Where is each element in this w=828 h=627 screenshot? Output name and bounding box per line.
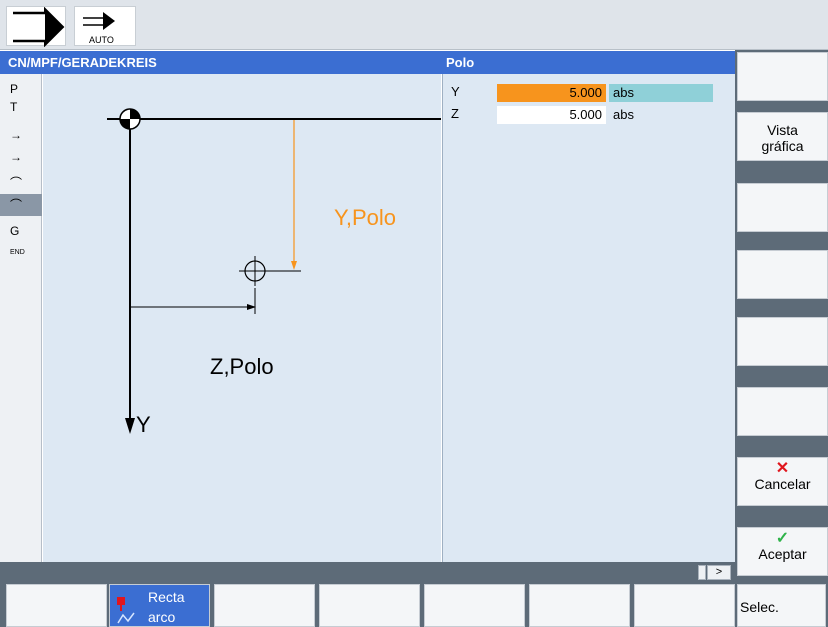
horizontal-softkey-bar: Recta arco Selec. xyxy=(0,582,828,627)
param-y-label: Y xyxy=(451,84,460,99)
hsk-1[interactable] xyxy=(6,584,107,627)
section-title: Polo xyxy=(446,55,475,70)
strip-item-arc-1[interactable]: ⌒ xyxy=(0,172,42,194)
header-bar: CN/MPF/GERADEKREIS Polo xyxy=(0,51,735,74)
hsk-recta-line1: Recta xyxy=(148,589,185,605)
y-axis-arrow xyxy=(125,418,135,434)
vsk-1[interactable] xyxy=(737,52,828,101)
strip-item-g[interactable]: G xyxy=(0,220,42,242)
vertical-softkey-bar: Vista gráfica ✕ Cancelar ✓ Aceptar xyxy=(735,50,828,582)
parameter-panel: Y 5.000 abs Z 5.000 abs xyxy=(442,74,735,562)
hsk-6[interactable] xyxy=(529,584,630,627)
block-type-strip: P T → → ⌒ ⌒ G END xyxy=(0,74,42,562)
param-z-input[interactable]: 5.000 xyxy=(497,106,606,124)
top-bar: AUTO xyxy=(0,0,828,50)
program-path: CN/MPF/GERADEKREIS xyxy=(8,55,157,70)
param-z-unit[interactable]: abs xyxy=(609,106,713,124)
vsk-aceptar[interactable]: ✓ Aceptar xyxy=(737,527,828,576)
auto-mode-icon[interactable]: AUTO xyxy=(74,6,136,46)
strip-item-line-2[interactable]: → xyxy=(0,146,42,168)
auto-label: AUTO xyxy=(89,35,114,45)
param-y-input[interactable]: 5.000 xyxy=(497,84,606,102)
param-y-unit[interactable]: abs xyxy=(609,84,713,102)
check-icon: ✓ xyxy=(775,530,790,547)
help-graphic: Y,Polo Z,Polo Y xyxy=(43,74,441,562)
hsk-recta-line2: arco xyxy=(148,609,176,625)
y-axis-label: Y xyxy=(136,412,151,437)
hsk-selec-label: Selec. xyxy=(740,599,779,615)
strip-item-t[interactable]: T xyxy=(0,96,42,118)
status-separator xyxy=(698,565,706,580)
hsk-7[interactable] xyxy=(634,584,735,627)
hsk-selec[interactable]: Selec. xyxy=(737,584,826,627)
status-bar: > xyxy=(0,562,735,582)
y-polo-label: Y,Polo xyxy=(334,205,396,230)
jog-mode-icon[interactable] xyxy=(6,6,66,47)
vsk-3[interactable] xyxy=(737,183,828,232)
contour-icon xyxy=(117,597,135,624)
vsk-vista-line2: gráfica xyxy=(761,138,804,154)
hsk-3[interactable] xyxy=(214,584,315,627)
vsk-vista-grafica[interactable]: Vista gráfica xyxy=(737,112,828,161)
z-polo-label: Z,Polo xyxy=(210,354,274,379)
vsk-cancelar-label: Cancelar xyxy=(754,476,811,492)
vsk-5[interactable] xyxy=(737,317,828,366)
strip-item-end[interactable]: END xyxy=(0,242,42,264)
vsk-vista-line1: Vista xyxy=(767,122,798,138)
hsk-4[interactable] xyxy=(319,584,420,627)
vsk-cancelar[interactable]: ✕ Cancelar xyxy=(737,457,828,506)
hsk-5[interactable] xyxy=(424,584,525,627)
param-z-label: Z xyxy=(451,106,459,121)
hsk-recta-arco[interactable]: Recta arco xyxy=(109,584,210,627)
cross-icon: ✕ xyxy=(775,460,790,477)
vsk-aceptar-label: Aceptar xyxy=(758,546,807,562)
strip-item-line-1[interactable]: → xyxy=(0,124,42,146)
strip-item-arc-2[interactable]: ⌒ xyxy=(0,194,42,216)
vsk-4[interactable] xyxy=(737,250,828,299)
polo-diagram xyxy=(107,108,441,434)
more-softkeys-button[interactable]: > xyxy=(707,565,731,580)
vsk-6[interactable] xyxy=(737,387,828,436)
